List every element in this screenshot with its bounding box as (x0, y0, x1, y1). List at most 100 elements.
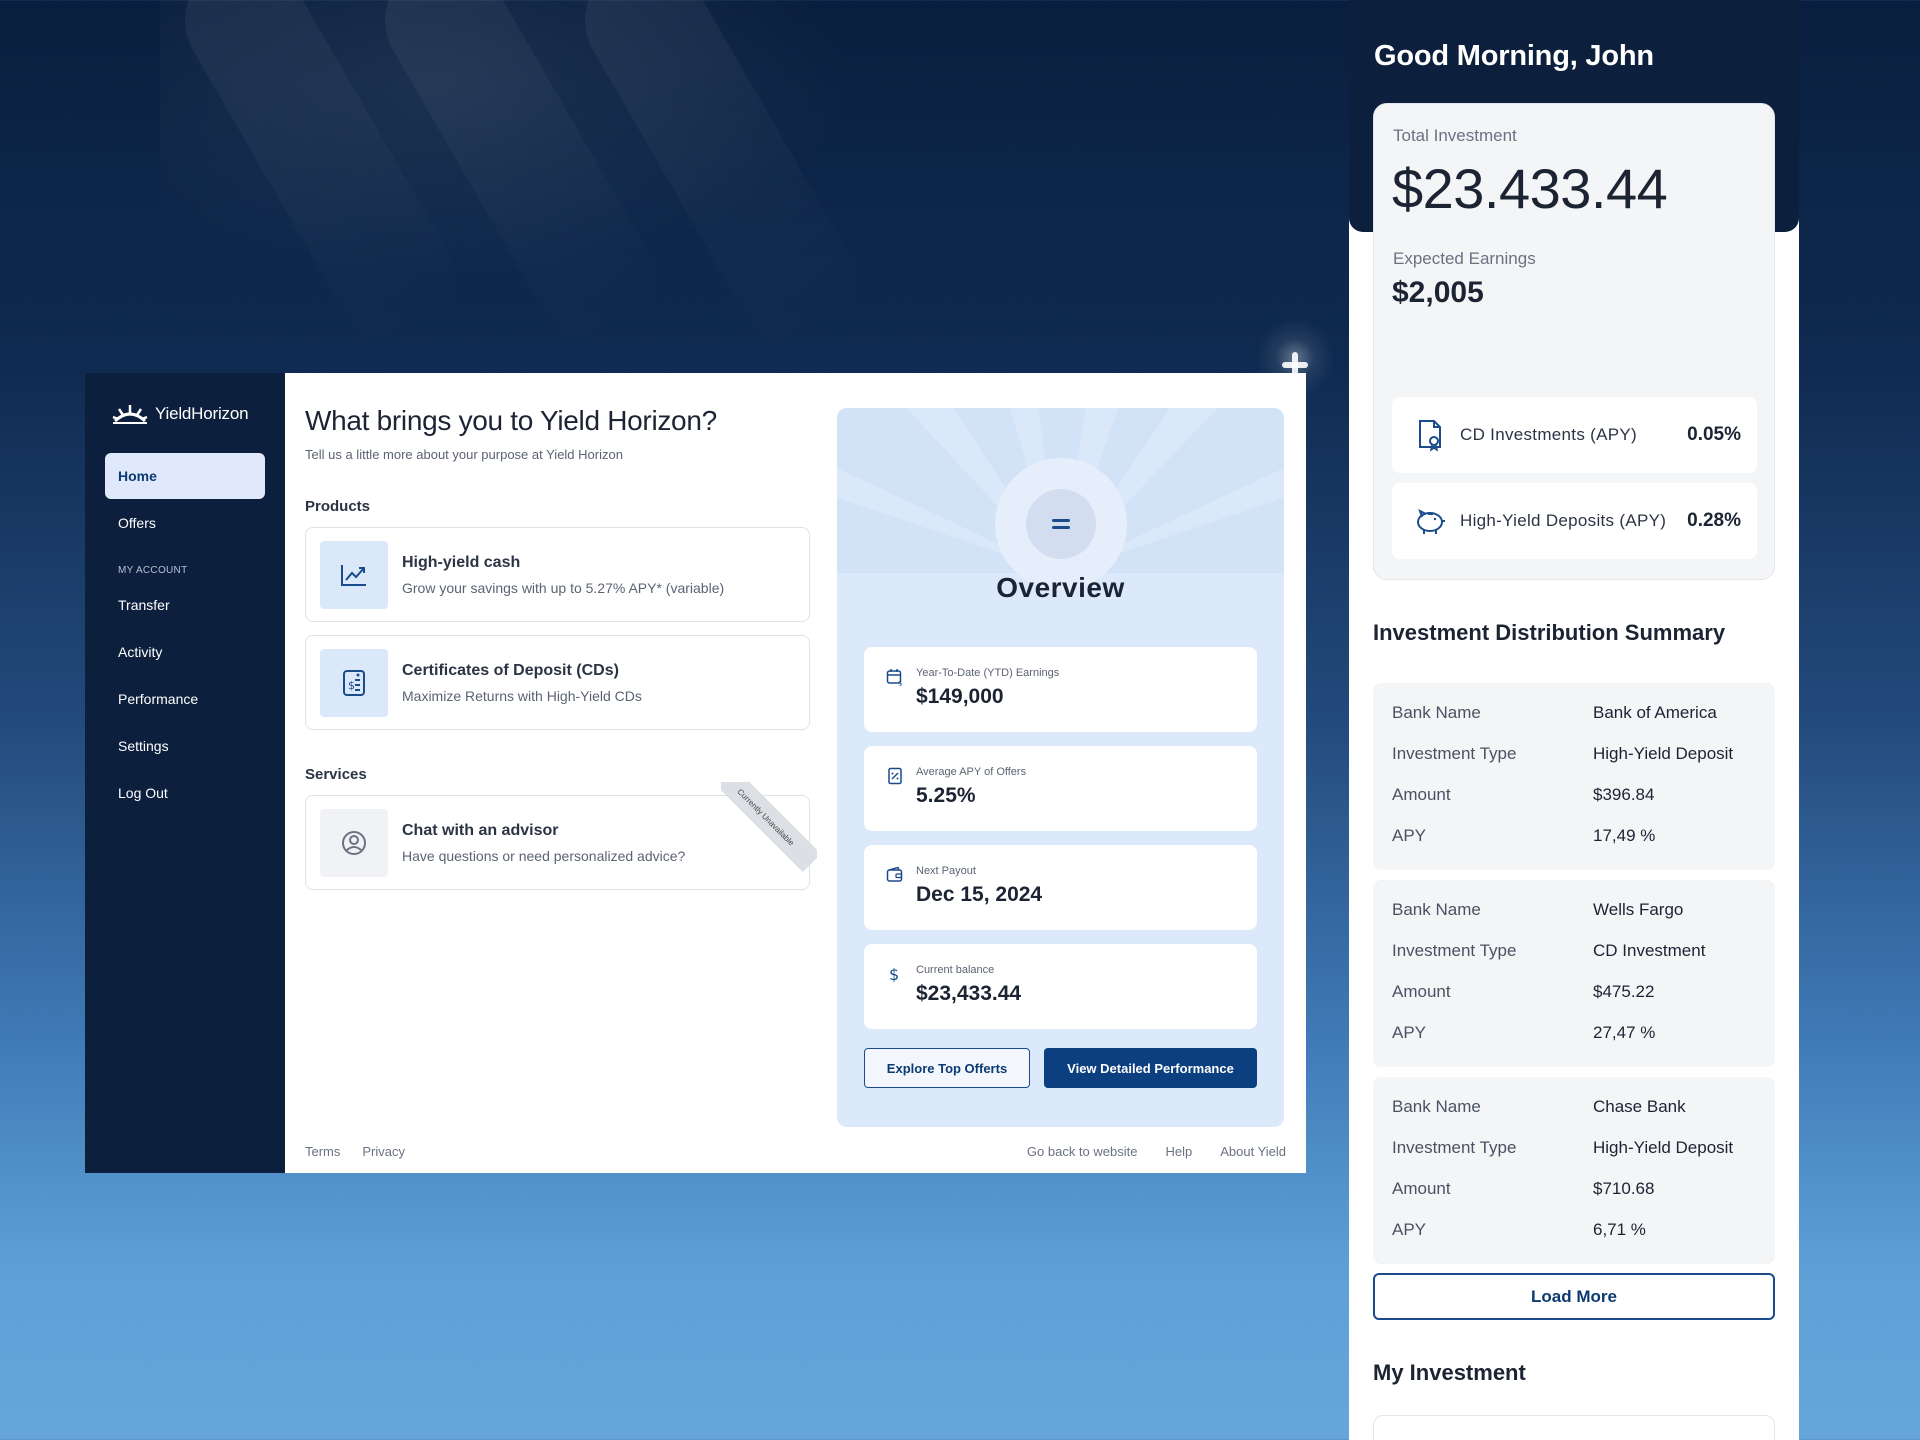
equals-icon (1026, 489, 1096, 559)
stat-next-payout: Next Payout Dec 15, 2024 (864, 845, 1257, 930)
certificate-icon (1419, 420, 1441, 452)
distribution-title: Investment Distribution Summary (1373, 620, 1726, 645)
footer-link-privacy[interactable]: Privacy (362, 1144, 405, 1159)
apy-name: CD Investments (APY) (1460, 425, 1637, 444)
distribution-row: APY 27,47 % (1392, 1023, 1775, 1064)
distribution-card: Bank Name Wells Fargo Investment Type CD I… (1373, 880, 1775, 1067)
expected-earnings-value: $2,005 (1392, 276, 1484, 309)
amount-value: $475.22 (1593, 982, 1655, 1001)
apy-value: 0.28% (1687, 510, 1741, 531)
apy-value: 6,71 % (1593, 1220, 1646, 1239)
stat-label: Year-To-Date (YTD) Earnings (916, 667, 1060, 679)
percent-doc-icon (888, 767, 902, 785)
apy-value: 0.05% (1687, 424, 1741, 445)
bank-name-key: Bank Name (1392, 703, 1481, 722)
stat-label: Average APY of Offers (916, 766, 1027, 778)
amount-value: $710.68 (1593, 1179, 1655, 1198)
apy-row-high-yield: High-Yield Deposits (APY) 0.28% (1392, 483, 1757, 559)
main-content: What brings you to Yield Horizon? Tell u… (285, 373, 1306, 1173)
dollar-icon: $ (889, 965, 899, 983)
document-dollar-icon: $ (320, 648, 388, 717)
overview-badge (995, 458, 1127, 590)
total-investment-value: $23.433.44 (1392, 157, 1668, 220)
my-investment-title: My Investment (1373, 1360, 1526, 1385)
apy-name: High-Yield Deposits (APY) (1460, 511, 1667, 530)
svg-text:$: $ (889, 965, 899, 983)
unavailable-ribbon: Currently Unavailable (721, 782, 817, 892)
sidebar-item-transfer[interactable]: Transfer (105, 582, 265, 628)
sidebar-item-performance[interactable]: Performance (105, 676, 265, 722)
total-investment-label: Total Investment (1393, 126, 1517, 145)
stat-average-apy: Average APY of Offers 5.25% (864, 746, 1257, 831)
sidebar-item-offers[interactable]: Offers (105, 500, 265, 546)
ribbon-label: Currently Unavailable (721, 782, 817, 873)
calendar-dollar-icon: $ (886, 669, 902, 687)
mobile-dashboard-panel: Good Morning, John Total Investment $23.… (1349, 0, 1799, 1440)
amount-value: $396.84 (1593, 785, 1655, 804)
distribution-card: Bank Name Bank of America Investment Type… (1373, 683, 1775, 870)
overview-title: Overview (996, 572, 1125, 603)
apy-value: 17,49 % (1593, 826, 1656, 845)
bank-name-key: Bank Name (1392, 900, 1481, 919)
products-label: Products (305, 498, 371, 515)
footer-link-help[interactable]: Help (1165, 1144, 1192, 1159)
stat-current-balance: $ Current balance $23,433.44 (864, 944, 1257, 1029)
bank-name-value: Wells Fargo (1593, 900, 1684, 919)
product-card-high-yield-cash[interactable]: High-yield cash Grow your savings with u… (305, 527, 810, 622)
bank-name-key: Bank Name (1392, 1097, 1481, 1116)
stat-ytd-earnings: $ Year-To-Date (YTD) Earnings $149,000 (864, 647, 1257, 732)
purpose-section: What brings you to Yield Horizon? Tell u… (305, 405, 817, 903)
sidebar-item-logout[interactable]: Log Out (105, 770, 265, 816)
distribution-row: Bank Name Wells Fargo (1392, 900, 1775, 941)
sidebar-item-settings[interactable]: Settings (105, 723, 265, 769)
explore-top-offers-button[interactable]: Explore Top Offerts (864, 1048, 1030, 1088)
load-more-button[interactable]: Load More (1373, 1273, 1775, 1320)
total-investment-card: Total Investment $23.433.44 Expected Ear… (1373, 103, 1775, 580)
svg-text:$: $ (348, 679, 355, 692)
investment-type-value: High-Yield Deposit (1593, 1138, 1734, 1157)
sidebar-section-label: MY ACCOUNT (118, 565, 188, 576)
overview-panel: Overview $ Year-To-Date (YTD) Earnings $… (837, 408, 1284, 1127)
stat-value: 5.25% (916, 784, 976, 807)
footer-link-website[interactable]: Go back to website (1027, 1144, 1138, 1159)
sparkle-decoration (1282, 362, 1308, 368)
bank-name-value: Bank of America (1593, 703, 1717, 722)
sidebar: YieldHorizon Home Offers MY ACCOUNT Tran… (85, 373, 285, 1173)
distribution-row: Amount $475.22 (1392, 982, 1775, 1023)
distribution-row: Amount $710.68 (1392, 1179, 1775, 1220)
distribution-row: Bank Name Chase Bank (1392, 1097, 1775, 1138)
sun-logo-icon (112, 405, 148, 424)
amount-key: Amount (1392, 982, 1451, 1001)
bank-name-value: Chase Bank (1593, 1097, 1686, 1116)
footer-link-terms[interactable]: Terms (305, 1144, 340, 1159)
product-title: High-yield cash (402, 553, 521, 571)
brand-name: YieldHorizon (155, 404, 249, 423)
amount-key: Amount (1392, 785, 1451, 804)
apy-value: 27,47 % (1593, 1023, 1656, 1042)
product-description: Grow your savings with up to 5.27% APY* … (402, 579, 725, 596)
my-investment-card (1373, 1415, 1775, 1440)
distribution-row: Investment Type High-Yield Deposit (1392, 1138, 1775, 1179)
investment-type-key: Investment Type (1392, 744, 1517, 763)
investment-type-key: Investment Type (1392, 941, 1517, 960)
footer: Terms Privacy Go back to website Help Ab… (305, 1144, 1286, 1159)
product-title: Certificates of Deposit (CDs) (402, 661, 619, 679)
footer-link-about[interactable]: About Yield (1220, 1144, 1286, 1159)
investment-type-key: Investment Type (1392, 1138, 1517, 1157)
view-detailed-performance-button[interactable]: View Detailed Performance (1044, 1048, 1257, 1088)
chart-line-icon (320, 540, 388, 609)
svg-text:$: $ (898, 680, 902, 687)
logo[interactable]: YieldHorizon (111, 403, 265, 425)
sidebar-item-activity[interactable]: Activity (105, 629, 265, 675)
services-label: Services (305, 766, 367, 783)
distribution-row: APY 6,71 % (1392, 1220, 1775, 1261)
distribution-row: Investment Type High-Yield Deposit (1392, 744, 1775, 785)
stat-value: Dec 15, 2024 (916, 883, 1043, 906)
service-description: Have questions or need personalized advi… (402, 847, 686, 864)
piggy-bank-icon (1417, 509, 1445, 534)
distribution-row: Investment Type CD Investment (1392, 941, 1775, 982)
product-card-cds[interactable]: $ Certificates of Deposit (CDs) Maximize… (305, 635, 810, 730)
amount-key: Amount (1392, 1179, 1451, 1198)
service-card-advisor: Chat with an advisor Have questions or n… (305, 782, 817, 890)
sidebar-item-home[interactable]: Home (105, 453, 265, 499)
